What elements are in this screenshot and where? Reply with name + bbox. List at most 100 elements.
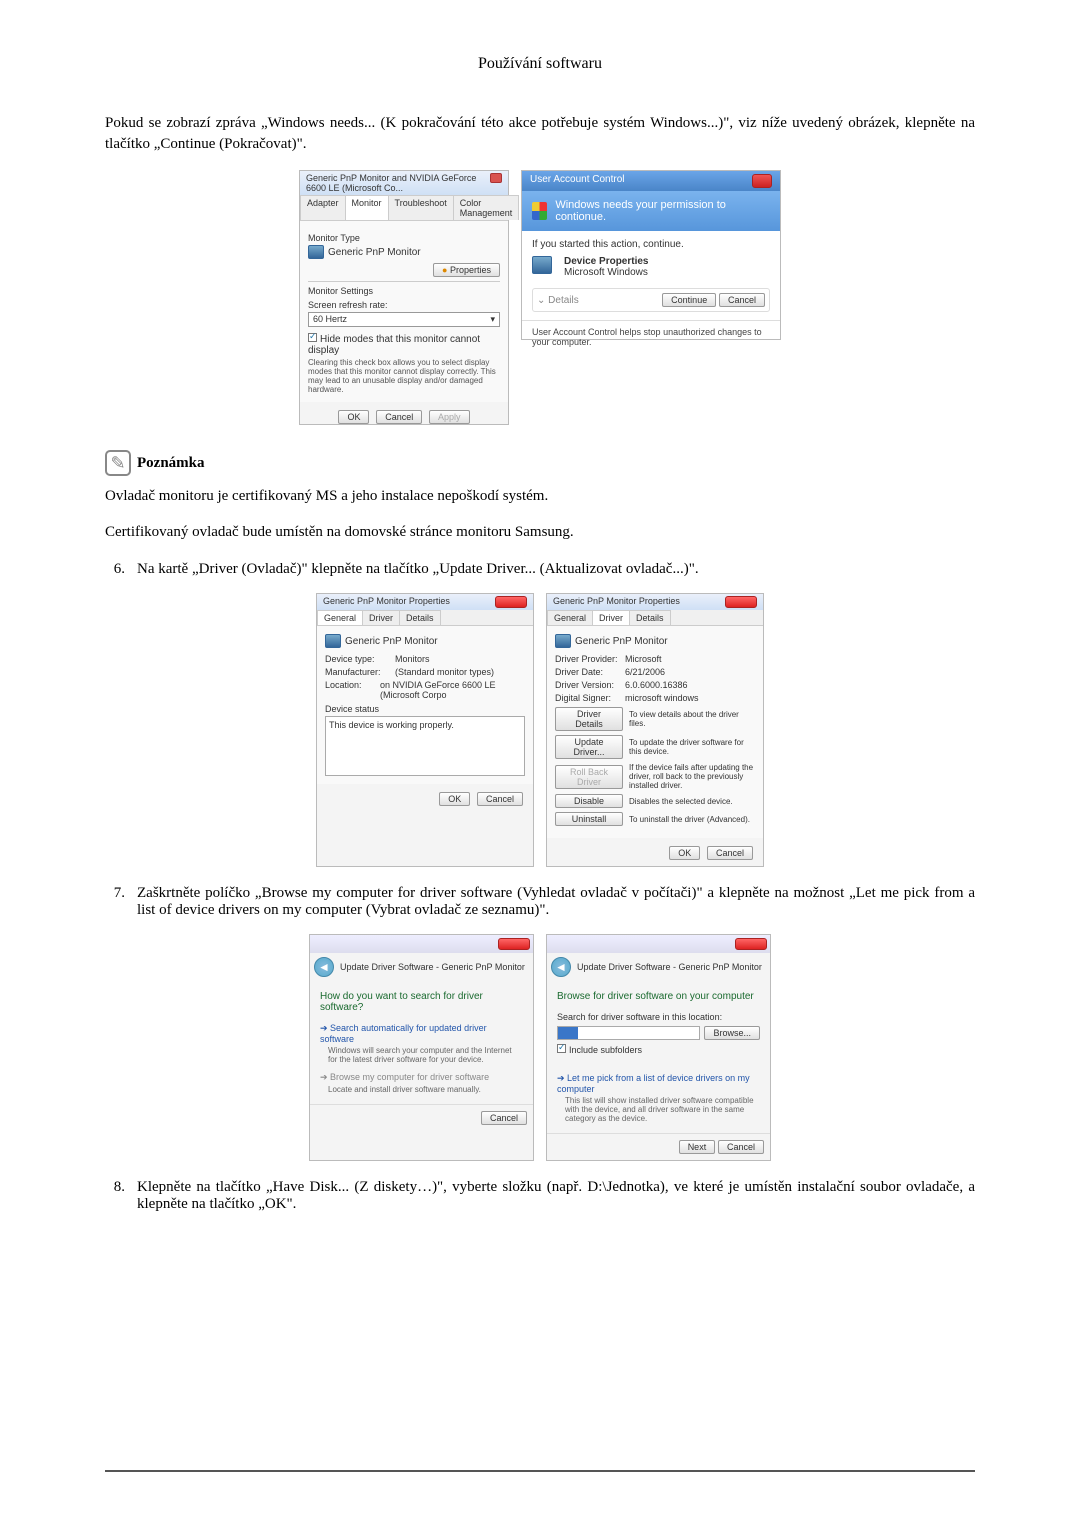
driver-properties-driver: Generic PnP Monitor Properties General D… — [546, 593, 764, 867]
uac-dialog: User Account Control Windows needs your … — [521, 170, 781, 340]
manufacturer-label: Manufacturer: — [325, 667, 395, 677]
driver-properties-general: Generic PnP Monitor Properties General D… — [316, 593, 534, 867]
step-text: Klepněte na tlačítko „Have Disk... (Z di… — [137, 1179, 975, 1213]
signer-label: Digital Signer: — [555, 693, 625, 703]
device-name: Generic PnP Monitor — [575, 636, 668, 647]
ok-button[interactable]: OK — [669, 846, 700, 860]
uac-details[interactable]: Details — [548, 295, 579, 306]
ok-button[interactable]: OK — [338, 410, 369, 424]
browse-button[interactable]: Browse... — [704, 1026, 760, 1040]
location-input[interactable] — [557, 1026, 700, 1040]
tab-adapter[interactable]: Adapter — [300, 195, 346, 220]
close-icon[interactable] — [490, 173, 502, 183]
note-icon: ✎ — [105, 450, 131, 476]
properties-button[interactable]: ● Properties — [433, 263, 500, 277]
include-subfolders-label: Include subfolders — [569, 1045, 642, 1055]
wizard-question: How do you want to search for driver sof… — [320, 991, 523, 1013]
monitor-name: Generic PnP Monitor — [328, 247, 421, 258]
version-value: 6.0.6000.16386 — [625, 680, 688, 690]
tab-troubleshoot[interactable]: Troubleshoot — [388, 195, 454, 220]
date-label: Driver Date: — [555, 667, 625, 677]
update-driver-button[interactable]: Update Driver... — [555, 735, 623, 759]
screenshot-row-1: Generic PnP Monitor and NVIDIA GeForce 6… — [105, 170, 975, 425]
tab-general[interactable]: General — [547, 610, 593, 625]
dialog-tabs: Adapter Monitor Troubleshoot Color Manag… — [300, 195, 508, 221]
wizard-heading: Browse for driver software on your compu… — [557, 991, 760, 1002]
cancel-button[interactable]: Cancel — [718, 1140, 764, 1154]
update-driver-wizard-2: ◄Update Driver Software - Generic PnP Mo… — [546, 934, 771, 1161]
step-6: 6. Na kartě „Driver (Ovladač)" klepněte … — [105, 561, 975, 578]
option-browse[interactable]: ➔ Browse my computer for driver software — [320, 1072, 523, 1083]
next-button[interactable]: Next — [679, 1140, 716, 1154]
continue-button[interactable]: Continue — [662, 293, 716, 307]
device-name: Generic PnP Monitor — [345, 636, 438, 647]
close-icon[interactable] — [495, 596, 527, 608]
tab-details[interactable]: Details — [399, 610, 441, 625]
intro-paragraph: Pokud se zobrazí zpráva „Windows needs..… — [105, 113, 975, 155]
version-label: Driver Version: — [555, 680, 625, 690]
location-label: Search for driver software in this locat… — [557, 1012, 760, 1022]
close-icon[interactable] — [725, 596, 757, 608]
footer-divider — [105, 1470, 975, 1472]
tab-monitor[interactable]: Monitor — [345, 195, 389, 220]
hide-modes-label: Hide modes that this monitor cannot disp… — [308, 334, 480, 356]
monitor-icon — [308, 245, 324, 259]
uac-banner-text: Windows needs your permission to contion… — [555, 199, 770, 223]
hide-modes-checkbox[interactable] — [308, 333, 317, 342]
provider-value: Microsoft — [625, 654, 662, 664]
dialog-title: Generic PnP Monitor Properties — [323, 596, 450, 608]
step-text: Zaškrtněte políčko „Browse my computer f… — [137, 885, 975, 919]
signer-value: microsoft windows — [625, 693, 699, 703]
close-icon[interactable] — [735, 938, 767, 950]
apply-button[interactable]: Apply — [429, 410, 470, 424]
location-value: on NVIDIA GeForce 6600 LE (Microsoft Cor… — [380, 680, 525, 700]
option-pick-list-desc: This list will show installed driver sof… — [565, 1096, 760, 1123]
manufacturer-value: (Standard monitor types) — [395, 667, 494, 677]
uninstall-desc: To uninstall the driver (Advanced). — [629, 815, 755, 824]
back-icon[interactable]: ◄ — [314, 957, 334, 977]
uninstall-button[interactable]: Uninstall — [555, 812, 623, 826]
note-paragraph-2: Certifikovaný ovladač bude umístěn na do… — [105, 522, 975, 543]
screenshot-row-3: ◄Update Driver Software - Generic PnP Mo… — [105, 934, 975, 1161]
dialog-title: Generic PnP Monitor and NVIDIA GeForce 6… — [306, 173, 490, 193]
include-subfolders-checkbox[interactable] — [557, 1044, 566, 1053]
cancel-button[interactable]: Cancel — [481, 1111, 527, 1125]
monitor-type-label: Monitor Type — [308, 233, 500, 243]
step-number: 8. — [105, 1179, 137, 1213]
driver-details-button[interactable]: Driver Details — [555, 707, 623, 731]
tab-general[interactable]: General — [317, 610, 363, 625]
cancel-button[interactable]: Cancel — [707, 846, 753, 860]
step-text: Na kartě „Driver (Ovladač)" klepněte na … — [137, 561, 975, 578]
hide-modes-desc: Clearing this check box allows you to se… — [308, 358, 500, 394]
refresh-rate-select[interactable]: 60 Hertz▾ — [308, 312, 500, 327]
update-driver-desc: To update the driver software for this d… — [629, 738, 755, 756]
uac-program-name: Device Properties — [564, 256, 649, 267]
uac-publisher: Microsoft Windows — [564, 267, 649, 278]
disable-desc: Disables the selected device. — [629, 797, 755, 806]
step-number: 6. — [105, 561, 137, 578]
tab-driver[interactable]: Driver — [592, 610, 630, 625]
option-pick-list[interactable]: ➔ Let me pick from a list of device driv… — [557, 1073, 760, 1094]
option-search-auto[interactable]: ➔ Search automatically for updated drive… — [320, 1023, 523, 1044]
device-status-box: This device is working properly. — [325, 716, 525, 776]
step-8: 8. Klepněte na tlačítko „Have Disk... (Z… — [105, 1179, 975, 1213]
tab-colormgmt[interactable]: Color Management — [453, 195, 520, 220]
tab-details[interactable]: Details — [629, 610, 671, 625]
monitor-icon — [325, 634, 341, 648]
uac-started-text: If you started this action, continue. — [532, 239, 770, 250]
ok-button[interactable]: OK — [439, 792, 470, 806]
location-label: Location: — [325, 680, 380, 700]
disable-button[interactable]: Disable — [555, 794, 623, 808]
date-value: 6/21/2006 — [625, 667, 665, 677]
tab-driver[interactable]: Driver — [362, 610, 400, 625]
option-browse-desc: Locate and install driver software manua… — [328, 1085, 523, 1094]
cancel-button[interactable]: Cancel — [376, 410, 422, 424]
option-search-auto-desc: Windows will search your computer and th… — [328, 1046, 523, 1064]
cancel-button[interactable]: Cancel — [719, 293, 765, 307]
back-icon[interactable]: ◄ — [551, 957, 571, 977]
rollback-driver-button[interactable]: Roll Back Driver — [555, 765, 623, 789]
cancel-button[interactable]: Cancel — [477, 792, 523, 806]
close-icon[interactable] — [752, 174, 772, 188]
close-icon[interactable] — [498, 938, 530, 950]
uac-footer-text: User Account Control helps stop unauthor… — [522, 320, 780, 353]
